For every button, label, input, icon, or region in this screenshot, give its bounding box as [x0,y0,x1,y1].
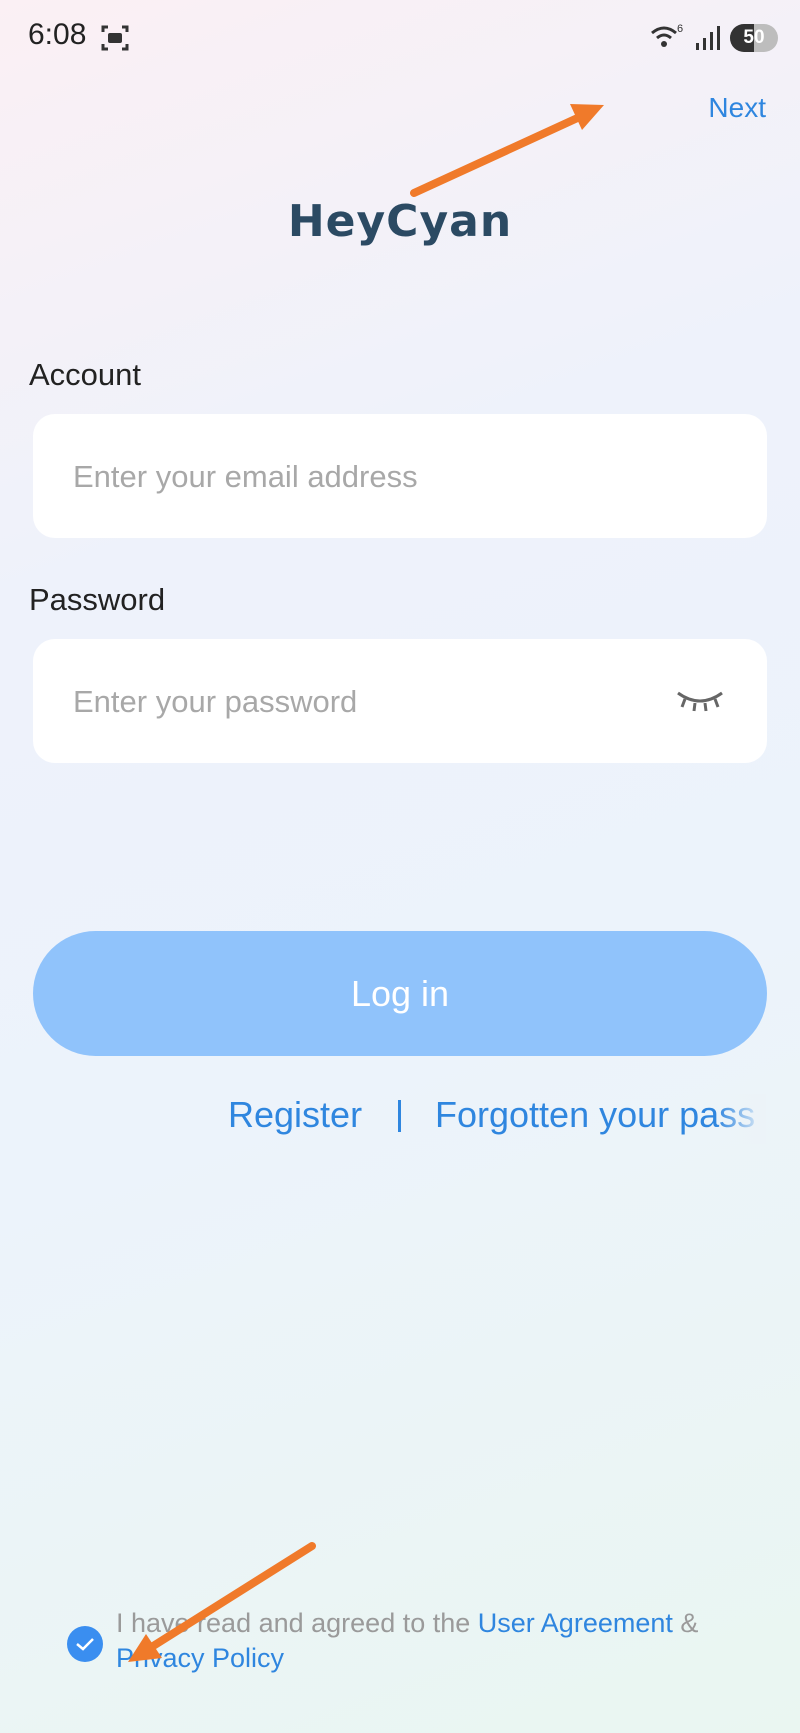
password-label: Password [29,582,166,617]
link-divider [398,1100,401,1132]
wifi-icon: 6 [651,23,683,47]
user-agreement-link[interactable]: User Agreement [478,1608,673,1638]
battery-icon: 50 [730,24,778,52]
app-title: HeyCyan [287,196,513,247]
agreement-checkbox[interactable] [67,1626,103,1662]
account-field[interactable] [33,414,767,540]
privacy-policy-link[interactable]: Privacy Policy [116,1643,284,1673]
eye-closed-icon[interactable] [675,683,725,719]
agreement-text: I have read and agreed to the User Agree… [116,1606,766,1676]
screen-record-icon [101,25,129,51]
svg-text:6: 6 [677,23,683,35]
next-button[interactable]: Next [708,92,766,124]
agreement-prefix: I have read and agreed to the [116,1608,478,1638]
arrow-to-next [410,104,604,197]
agreement-joiner: & [672,1608,699,1638]
signal-icon [696,26,720,50]
annotation-arrows [128,104,604,1662]
password-input[interactable] [71,639,675,765]
battery-level: 50 [743,27,765,48]
text-fade [716,1094,766,1144]
auth-links: Register Forgotten your pass [0,1094,766,1144]
register-link[interactable]: Register [228,1094,362,1136]
login-button[interactable]: Log in [33,931,767,1056]
email-input[interactable] [71,414,675,540]
status-bar: 6:08 6 50 [0,0,800,76]
account-label: Account [29,357,142,392]
password-field[interactable] [33,639,767,765]
checkmark-icon [76,1638,94,1651]
status-time: 6:08 [28,18,87,51]
forgot-password-link[interactable]: Forgotten your pass [435,1094,755,1136]
